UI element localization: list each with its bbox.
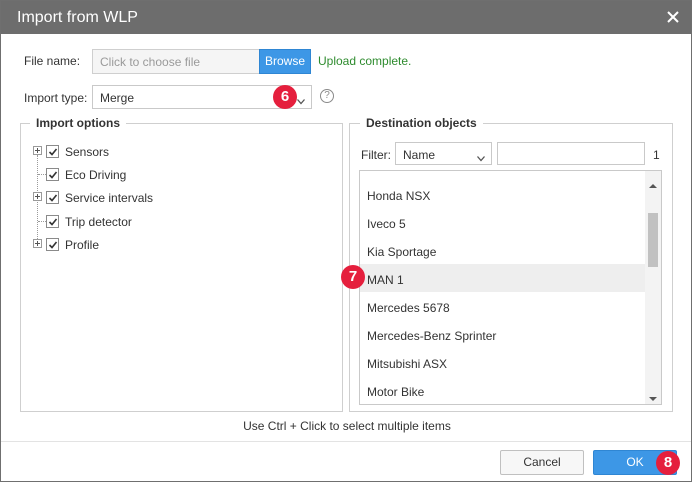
checkbox-sensors[interactable] bbox=[46, 145, 59, 158]
filter-label: Filter: bbox=[361, 148, 391, 162]
multi-select-hint: Use Ctrl + Click to select multiple item… bbox=[243, 419, 451, 433]
expand-sensors-icon[interactable] bbox=[33, 146, 42, 155]
step-badge-6: 6 bbox=[273, 85, 297, 109]
option-label-trip-detector: Trip detector bbox=[65, 215, 132, 229]
filter-field-value: Name bbox=[403, 148, 436, 162]
filter-field-select[interactable]: Name bbox=[395, 142, 492, 165]
import-options-legend: Import options bbox=[30, 116, 126, 130]
scroll-up-icon[interactable] bbox=[649, 178, 657, 188]
checkbox-eco-driving[interactable] bbox=[46, 168, 59, 181]
step-badge-7: 7 bbox=[341, 265, 365, 289]
list-item[interactable]: Mercedes 5678 bbox=[360, 292, 645, 320]
list-scrollbar[interactable] bbox=[645, 171, 661, 404]
import-type-label: Import type: bbox=[24, 91, 88, 105]
objects-count: 1 bbox=[653, 148, 660, 162]
close-icon[interactable] bbox=[665, 9, 681, 25]
scroll-thumb[interactable] bbox=[648, 213, 658, 267]
list-item[interactable]: Honda NSX bbox=[360, 180, 645, 208]
file-name-label: File name: bbox=[24, 54, 81, 68]
checkbox-trip-detector[interactable] bbox=[46, 215, 59, 228]
tree-connector bbox=[38, 221, 46, 222]
expand-service-intervals-icon[interactable] bbox=[33, 192, 42, 201]
chevron-down-icon bbox=[297, 94, 305, 105]
checkbox-service-intervals[interactable] bbox=[46, 191, 59, 204]
checkbox-profile[interactable] bbox=[46, 238, 59, 251]
import-dialog: Import from WLP File name: Click to choo… bbox=[0, 0, 692, 482]
help-icon[interactable]: ? bbox=[320, 89, 334, 103]
destination-objects-legend: Destination objects bbox=[360, 116, 483, 130]
file-name-input[interactable]: Click to choose file bbox=[92, 49, 260, 74]
upload-status: Upload complete. bbox=[318, 54, 412, 68]
list-item[interactable]: Kia Sportage bbox=[360, 236, 645, 264]
filter-input[interactable] bbox=[497, 142, 645, 165]
import-options-panel bbox=[20, 123, 343, 412]
step-badge-8: 8 bbox=[656, 451, 680, 475]
option-label-sensors: Sensors bbox=[65, 145, 110, 159]
expand-profile-icon[interactable] bbox=[33, 239, 42, 248]
browse-button[interactable]: Browse bbox=[259, 49, 311, 74]
option-label-eco-driving: Eco Driving bbox=[65, 168, 127, 182]
tree-connector bbox=[38, 174, 46, 175]
cancel-button[interactable]: Cancel bbox=[500, 450, 584, 475]
option-label-service-intervals: Service intervals bbox=[65, 191, 154, 205]
footer-divider bbox=[1, 441, 691, 442]
list-item[interactable]: Mercedes-Benz Sprinter bbox=[360, 320, 645, 348]
destination-objects-list: Honda NSX Iveco 5 Kia Sportage MAN 1 Mer… bbox=[359, 170, 662, 405]
chevron-down-icon bbox=[477, 151, 485, 162]
dialog-title: Import from WLP bbox=[17, 9, 138, 26]
import-type-value: Merge bbox=[100, 91, 135, 105]
list-item[interactable]: Iveco 5 bbox=[360, 208, 645, 236]
option-label-profile: Profile bbox=[65, 238, 100, 252]
dialog-titlebar: Import from WLP bbox=[1, 1, 691, 34]
list-item-selected[interactable]: MAN 1 bbox=[360, 264, 645, 292]
scroll-down-icon[interactable] bbox=[649, 391, 657, 401]
list-item[interactable]: Mitsubishi ASX bbox=[360, 348, 645, 376]
list-item[interactable]: Motor Bike bbox=[360, 376, 645, 404]
